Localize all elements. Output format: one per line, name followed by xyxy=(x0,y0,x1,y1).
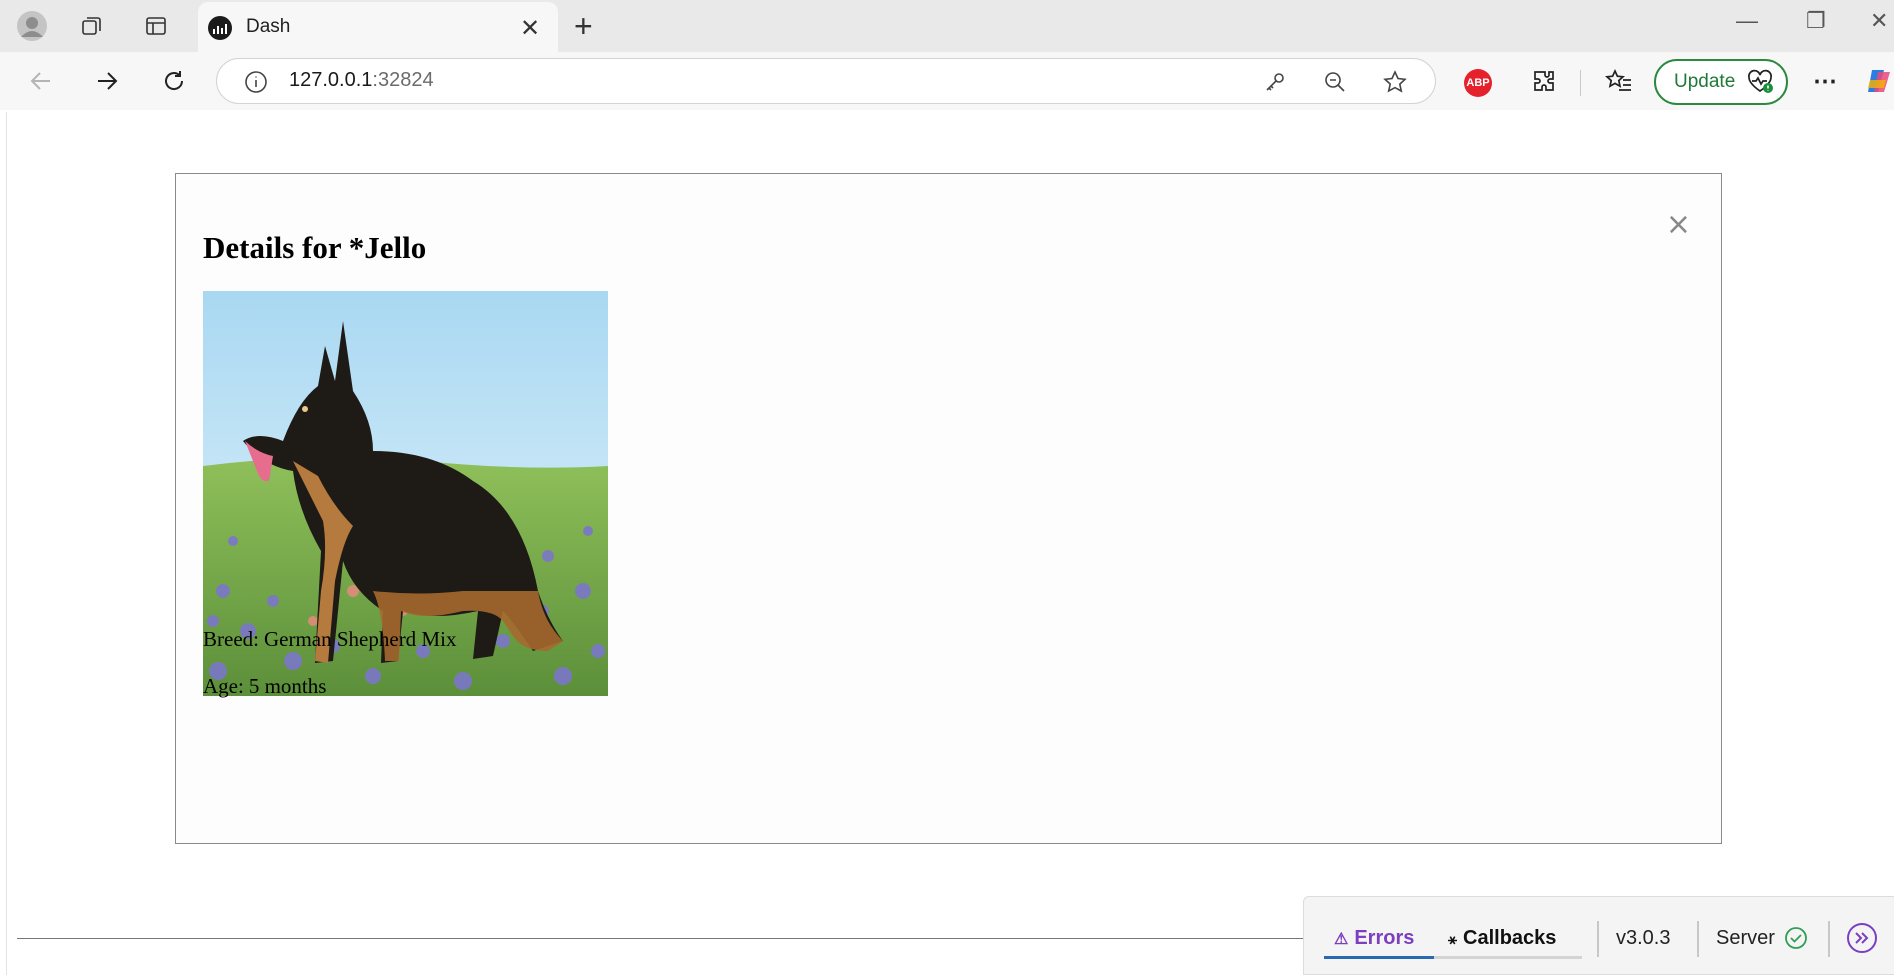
update-label: Update xyxy=(1674,71,1736,92)
restore-icon[interactable]: ❐ xyxy=(1806,8,1826,34)
copilot-icon[interactable] xyxy=(1862,64,1894,98)
favorites-list-icon[interactable] xyxy=(1602,64,1636,98)
site-info-icon[interactable] xyxy=(243,69,269,100)
server-status-label[interactable]: Server xyxy=(1716,927,1775,950)
tab-title: Dash xyxy=(246,16,291,37)
reload-icon[interactable] xyxy=(157,64,191,98)
errors-tab-underline xyxy=(1324,956,1434,959)
callbacks-tab[interactable]: ⚹ Callbacks xyxy=(1448,927,1556,950)
new-tab-icon[interactable]: + xyxy=(574,8,593,45)
dash-favicon-icon xyxy=(208,16,232,40)
vertical-tabs-icon[interactable] xyxy=(140,10,172,42)
forward-icon[interactable] xyxy=(90,64,124,98)
errors-tab[interactable]: ⚠ Errors xyxy=(1334,927,1414,950)
age-value: 5 months xyxy=(248,674,327,698)
update-button[interactable]: Update xyxy=(1654,59,1788,105)
key-icon[interactable] xyxy=(1261,68,1289,96)
breed-line: Breed: German Shepherd Mix xyxy=(203,627,456,652)
workspaces-icon[interactable] xyxy=(76,10,108,42)
errors-label: Errors xyxy=(1354,927,1415,949)
callbacks-label: Callbacks xyxy=(1463,927,1557,949)
url-port: :32824 xyxy=(372,69,434,91)
url-text: 127.0.0.1:32824 xyxy=(289,69,434,92)
age-label: Age: xyxy=(203,674,244,698)
dash-version: v3.0.3 xyxy=(1616,927,1671,949)
favorite-star-icon[interactable] xyxy=(1381,68,1409,96)
minimize-icon[interactable]: — xyxy=(1736,8,1758,34)
warning-icon: ⚠ xyxy=(1334,931,1349,948)
devtools-separator xyxy=(1828,921,1830,957)
modal-close-icon[interactable]: × xyxy=(1666,210,1691,240)
details-modal: × Details for *Jello Breed: German Sheph… xyxy=(175,173,1722,844)
zoom-out-icon[interactable] xyxy=(1321,68,1349,96)
close-tab-icon[interactable]: ✕ xyxy=(520,14,540,43)
toolbar-separator xyxy=(1580,70,1581,96)
extensions-icon[interactable] xyxy=(1527,64,1561,98)
server-ok-icon xyxy=(1784,926,1808,955)
age-line: Age: 5 months xyxy=(203,674,326,699)
breed-value: German Shepherd Mix xyxy=(263,627,457,651)
back-icon[interactable] xyxy=(24,64,58,98)
adblock-plus-icon[interactable]: ABP xyxy=(1464,69,1492,97)
modal-title: Details for *Jello xyxy=(203,230,427,265)
window-close-icon[interactable]: ✕ xyxy=(1870,8,1888,34)
url-host: 127.0.0.1 xyxy=(289,69,373,91)
devtools-separator xyxy=(1697,921,1699,957)
profile-avatar-icon[interactable] xyxy=(16,10,48,42)
collapse-devtools-icon[interactable] xyxy=(1846,922,1878,959)
address-bar[interactable]: 127.0.0.1:32824 xyxy=(216,58,1436,104)
browser-tab-bar: Dash ✕ + — ❐ ✕ xyxy=(0,0,1894,52)
active-tab[interactable]: Dash ✕ xyxy=(198,2,558,52)
devtools-separator xyxy=(1597,921,1599,957)
breed-label: Breed: xyxy=(203,627,259,651)
callbacks-tab-underline xyxy=(1434,956,1582,959)
more-options-icon[interactable]: ⋯ xyxy=(1808,64,1842,98)
browser-health-icon xyxy=(1746,69,1774,101)
dash-devtools-bar: ⚠ Errors ⚹ Callbacks v3.0.3 Server xyxy=(1303,896,1894,975)
callbacks-graph-icon: ⚹ xyxy=(1448,931,1458,948)
page-divider xyxy=(17,938,1307,939)
